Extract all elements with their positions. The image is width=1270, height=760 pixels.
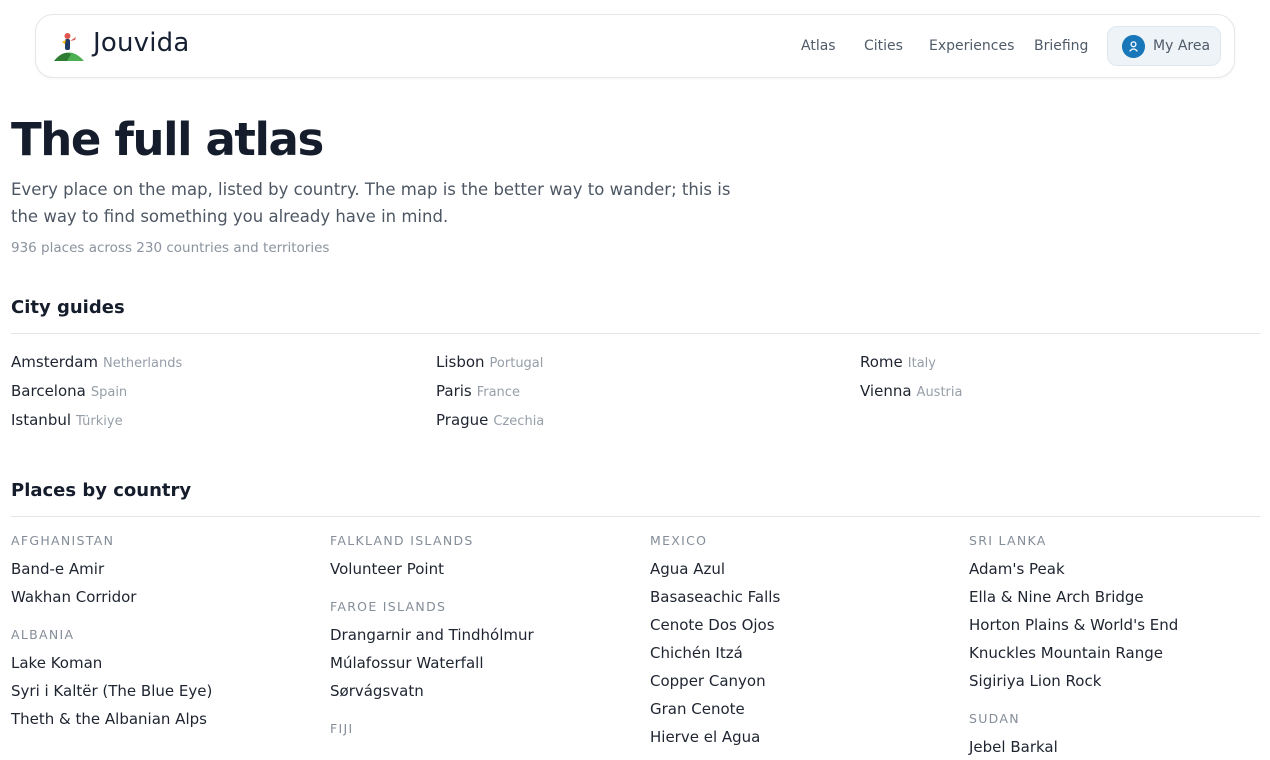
country-heading: AFGHANISTAN (11, 533, 115, 548)
city-guide-link[interactable]: Vienna Austria (860, 382, 962, 400)
city-guides-title: City guides (11, 297, 125, 318)
country-heading: ALBANIA (11, 627, 75, 642)
country-heading: FAROE ISLANDS (330, 599, 447, 614)
nav-experiences[interactable]: Experiences (929, 38, 1014, 54)
place-link[interactable]: Basaseachic Falls (650, 583, 950, 611)
place-link[interactable]: Hierve el Agua (650, 723, 950, 751)
place-link[interactable]: Agua Azul (650, 555, 950, 583)
place-link[interactable]: Lake Koman (11, 649, 311, 677)
country-heading: MEXICO (650, 533, 708, 548)
brand-name[interactable]: Jouvida (93, 28, 190, 58)
city-guide-link[interactable]: Paris France (436, 382, 520, 400)
country-heading: SUDAN (969, 711, 1020, 726)
place-link[interactable]: Knuckles Mountain Range (969, 639, 1269, 667)
city-guide-link[interactable]: Prague Czechia (436, 411, 544, 429)
my-area-button[interactable]: My Area (1107, 26, 1221, 66)
country-column: AFGHANISTAN Band-e Amir Wakhan Corridor … (11, 533, 311, 733)
city-guide-link[interactable]: Rome Italy (860, 353, 936, 371)
place-link[interactable]: Theth & the Albanian Alps (11, 705, 311, 733)
place-link[interactable]: Horton Plains & World's End (969, 611, 1269, 639)
place-link[interactable]: Chichén Itzá (650, 639, 950, 667)
places-count: 936 places across 230 countries and terr… (11, 240, 330, 256)
city-guide-link[interactable]: Lisbon Portugal (436, 353, 543, 371)
place-link[interactable]: Drangarnir and Tindhólmur (330, 621, 630, 649)
place-link[interactable]: Adam's Peak (969, 555, 1269, 583)
city-guide-link[interactable]: Amsterdam Netherlands (11, 353, 182, 371)
nav-cities[interactable]: Cities (864, 38, 903, 54)
place-link[interactable]: Volunteer Point (330, 555, 630, 583)
country-column: MEXICO Agua Azul Basaseachic Falls Cenot… (650, 533, 950, 751)
my-area-label: My Area (1153, 38, 1211, 54)
page-subtitle: Every place on the map, listed by countr… (11, 180, 731, 226)
city-guide-link[interactable]: Barcelona Spain (11, 382, 127, 400)
user-icon (1122, 35, 1145, 58)
country-heading: FIJI (330, 721, 354, 736)
place-link[interactable]: Cenote Dos Ojos (650, 611, 950, 639)
place-link[interactable]: Jebel Barkal (969, 733, 1269, 760)
country-heading: SRI LANKA (969, 533, 1047, 548)
place-link[interactable]: Band-e Amir (11, 555, 311, 583)
country-column: FALKLAND ISLANDS Volunteer Point FAROE I… (330, 533, 630, 736)
page-title: The full atlas (11, 113, 324, 166)
place-link[interactable]: Sørvágsvatn (330, 677, 630, 705)
place-link[interactable]: Sigiriya Lion Rock (969, 667, 1269, 695)
divider (11, 333, 1260, 334)
country-heading: FALKLAND ISLANDS (330, 533, 474, 548)
place-link[interactable]: Múlafossur Waterfall (330, 649, 630, 677)
place-link[interactable]: Gran Cenote (650, 695, 950, 723)
places-by-country-title: Places by country (11, 480, 192, 501)
place-link[interactable]: Wakhan Corridor (11, 583, 311, 611)
place-link[interactable]: Syri i Kaltër (The Blue Eye) (11, 677, 311, 705)
jouvida-logo-icon[interactable] (53, 30, 85, 62)
place-link[interactable]: Copper Canyon (650, 667, 950, 695)
place-link[interactable]: Ella & Nine Arch Bridge (969, 583, 1269, 611)
nav-briefing[interactable]: Briefing (1034, 38, 1088, 54)
site-header: Jouvida Atlas Cities Experiences Briefin… (35, 14, 1235, 78)
city-guide-link[interactable]: Istanbul Türkiye (11, 411, 123, 429)
nav-atlas[interactable]: Atlas (801, 38, 836, 54)
divider (11, 516, 1260, 517)
country-column: SRI LANKA Adam's Peak Ella & Nine Arch B… (969, 533, 1269, 760)
